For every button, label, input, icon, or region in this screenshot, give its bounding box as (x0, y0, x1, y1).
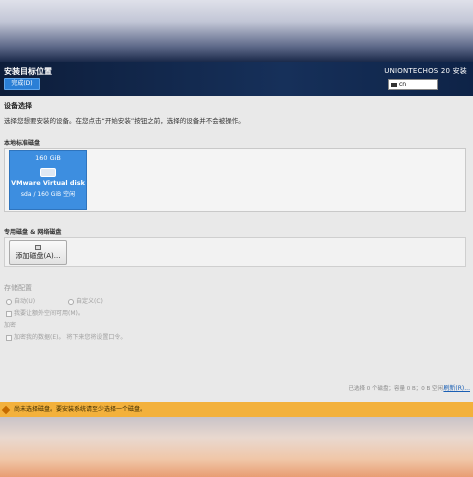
extra-space-label: 我要让额外空间可用(M)。 (14, 310, 84, 317)
add-disk-label: 添加磁盘(A)... (15, 252, 61, 260)
special-disks-label: 专用磁盘 & 网络磁盘 (4, 229, 62, 236)
encrypt-checkbox[interactable] (6, 334, 12, 341)
warning-icon (1, 405, 11, 414)
special-disks-panel: 添加磁盘(A)... (4, 237, 466, 267)
keyboard-layout-label: cn (399, 81, 407, 88)
warning-text: 尚未选择磁盘。要安装系统请至少选择一个磁盘。 (14, 406, 147, 413)
extra-space-checkbox[interactable] (6, 310, 12, 317)
storage-config-label: 存储配置 (4, 284, 32, 292)
keyboard-icon (391, 82, 397, 87)
warning-bar[interactable]: 尚未选择磁盘。要安装系统请至少选择一个磁盘。 (0, 402, 473, 417)
device-selection-title: 设备选择 (4, 102, 32, 110)
extra-space-option[interactable]: 我要让额外空间可用(M)。 (6, 308, 84, 317)
product-title: UNIONTECHOS 20 安装 (384, 67, 467, 75)
local-disks-label: 本地标准磁盘 (4, 140, 41, 147)
radio-custom[interactable] (68, 298, 74, 305)
refresh-link[interactable]: 刷新(R)... (443, 383, 470, 392)
local-disks-panel: 160 GiB VMware Virtual disk sda / 160 Gi… (4, 148, 466, 212)
radio-auto[interactable] (6, 298, 12, 305)
add-disk-icon (35, 245, 41, 250)
storage-custom-option[interactable]: 自定义(C) (68, 296, 103, 305)
done-button[interactable]: 完成(D) (4, 78, 40, 90)
encryption-label: 加密 (4, 322, 17, 329)
storage-custom-label: 自定义(C) (76, 298, 103, 305)
encrypt-label: 加密我的数据(E)。 将下来您将设置口令。 (14, 334, 127, 341)
disk-size: 160 GiB (35, 154, 61, 162)
storage-auto-label: 自动(U) (14, 298, 36, 305)
selection-summary: 已选择 0 个磁盘；容量 0 B；0 B 空闲 (348, 386, 443, 392)
storage-auto-option[interactable]: 自动(U) (6, 296, 35, 305)
disk-tile-sda[interactable]: 160 GiB VMware Virtual disk sda / 160 Gi… (9, 150, 87, 210)
hard-disk-icon (40, 168, 56, 177)
encrypt-option[interactable]: 加密我的数据(E)。 将下来您将设置口令。 (6, 332, 126, 341)
disk-name: VMware Virtual disk (11, 179, 85, 187)
device-selection-description: 选择您想要安装的设备。在您点击“开始安装”按钮之前，选择的设备并不会被操作。 (4, 117, 245, 125)
page-title: 安装目标位置 (4, 67, 52, 76)
add-disk-button[interactable]: 添加磁盘(A)... (9, 240, 67, 265)
disk-info: sda / 160 GiB 空闲 (20, 191, 76, 198)
main-panel: 设备选择 选择您想要安装的设备。在您点击“开始安装”按钮之前，选择的设备并不会被… (0, 96, 473, 402)
desktop-background-top (0, 0, 473, 62)
desktop-background-bottom (0, 417, 473, 477)
keyboard-layout-indicator[interactable]: cn (388, 79, 438, 90)
